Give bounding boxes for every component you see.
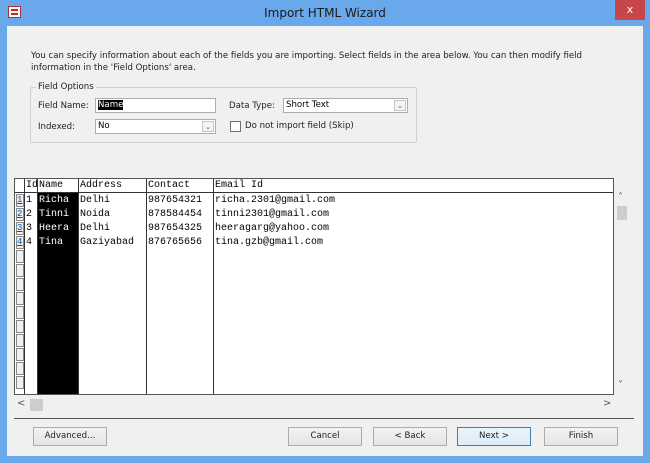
row-selector[interactable]: [16, 264, 24, 277]
back-button[interactable]: < Back: [373, 427, 447, 446]
cell-contact: 987654325: [148, 223, 203, 234]
column-email[interactable]: Email Id richa.2301@gmail.com tinni2301@…: [214, 179, 613, 394]
column-header[interactable]: Address: [79, 179, 146, 193]
row-selector[interactable]: 4: [16, 236, 24, 249]
cell-name: Heera: [39, 223, 70, 234]
cell-id: 1: [26, 195, 33, 206]
cell-name: Richa: [39, 195, 70, 206]
cell-address: Noida: [80, 209, 111, 220]
row-selector[interactable]: [16, 334, 24, 347]
column-header[interactable]: Name: [38, 179, 78, 193]
data-type-select[interactable]: Short Text ⌄: [283, 98, 408, 113]
cell-email: richa.2301@gmail.com: [215, 195, 336, 206]
column-contact[interactable]: Contact 987654321 878584454 987654325 87…: [147, 179, 214, 394]
next-button[interactable]: Next >: [457, 427, 531, 446]
row-selector[interactable]: [16, 250, 24, 263]
field-name-input[interactable]: Name: [95, 98, 216, 113]
row-selector[interactable]: 3: [16, 222, 24, 235]
column-id[interactable]: Id 1 2 3 4: [25, 179, 38, 394]
column-name-selected[interactable]: Name Richa Tinni Heera Tina: [38, 179, 79, 394]
row-selector[interactable]: [16, 376, 24, 389]
cell-contact: 987654321: [148, 195, 203, 206]
row-selector[interactable]: [16, 362, 24, 375]
cell-contact: 878584454: [148, 209, 203, 220]
cell-address: Delhi: [80, 223, 111, 234]
cell-email: tinni2301@gmail.com: [215, 209, 330, 220]
chevron-down-icon: ⌄: [394, 100, 406, 111]
field-options-legend: Field Options: [38, 82, 94, 92]
intro-text: You can specify information about each o…: [31, 51, 583, 73]
cell-id: 2: [26, 209, 33, 220]
cell-name: Tinni: [39, 209, 70, 220]
cell-id: 3: [26, 223, 33, 234]
indexed-label: Indexed:: [38, 122, 76, 132]
indexed-select[interactable]: No ⌄: [95, 119, 216, 134]
scroll-right-icon[interactable]: >: [603, 398, 611, 409]
cell-email: heeragarg@yahoo.com: [215, 223, 330, 234]
scroll-thumb[interactable]: [30, 399, 43, 411]
skip-checkbox[interactable]: [230, 121, 241, 132]
row-selector[interactable]: [16, 348, 24, 361]
column-header[interactable]: Contact: [147, 179, 213, 193]
scroll-down-icon[interactable]: ˅: [618, 380, 623, 391]
row-selector[interactable]: [16, 306, 24, 319]
title-bar: Import HTML Wizard x: [0, 0, 650, 26]
scroll-up-icon[interactable]: ˄: [618, 192, 623, 203]
cell-contact: 876765656: [148, 237, 203, 248]
field-name-value: Name: [98, 100, 124, 110]
finish-button[interactable]: Finish: [544, 427, 618, 446]
cancel-button[interactable]: Cancel: [288, 427, 362, 446]
cell-address: Gaziyabad: [80, 237, 135, 248]
vertical-scrollbar[interactable]: ˄ ˅: [614, 192, 630, 395]
column-header[interactable]: Email Id: [214, 179, 613, 193]
row-selector[interactable]: [16, 278, 24, 291]
cell-address: Delhi: [80, 195, 111, 206]
scroll-left-icon[interactable]: <: [17, 398, 25, 409]
window-title: Import HTML Wizard: [264, 6, 386, 20]
advanced-button[interactable]: Advanced...: [33, 427, 107, 446]
indexed-value: No: [98, 121, 110, 131]
divider: [14, 418, 634, 419]
column-header[interactable]: Id: [25, 179, 37, 193]
cell-email: tina.gzb@gmail.com: [215, 237, 324, 248]
horizontal-scrollbar[interactable]: < >: [14, 398, 614, 412]
column-address[interactable]: Address Delhi Noida Delhi Gaziyabad: [79, 179, 147, 394]
cell-name: Tina: [39, 237, 64, 248]
row-selector[interactable]: 2: [16, 208, 24, 221]
data-preview-grid[interactable]: 1234 Id 1 2 3 4 Name Richa Tinni Heera T…: [14, 178, 614, 395]
row-selector-column: 1234: [15, 179, 25, 394]
data-type-label: Data Type:: [229, 101, 275, 111]
row-selector[interactable]: 1: [16, 194, 24, 207]
chevron-down-icon: ⌄: [202, 121, 214, 132]
scroll-thumb[interactable]: [617, 206, 627, 220]
close-button[interactable]: x: [615, 0, 645, 20]
row-selector[interactable]: [16, 320, 24, 333]
data-type-value: Short Text: [286, 100, 330, 110]
field-name-label: Field Name:: [38, 101, 89, 111]
skip-label: Do not import field (Skip): [245, 121, 354, 131]
cell-id: 4: [26, 237, 33, 248]
row-selector[interactable]: [16, 292, 24, 305]
